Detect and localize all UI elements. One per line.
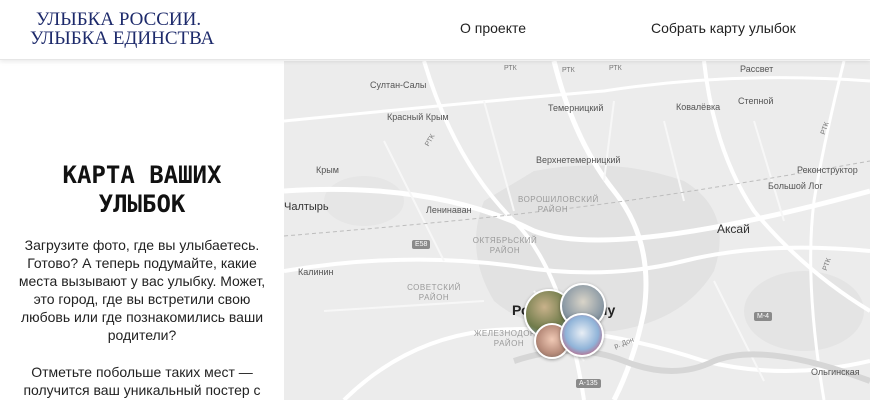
map-label-temernitsky: Темерницкий: [548, 103, 604, 113]
site-header: УЛЫБКА РОССИИ. УЛЫБКА ЕДИНСТВА О проекте…: [0, 0, 870, 60]
nav-about-link[interactable]: О проекте: [460, 20, 526, 36]
map-road-rtk-3: РТК: [609, 65, 622, 72]
smile-map[interactable]: Султан-Салы Красный Крым Крым Чалтырь Ле…: [284, 61, 870, 400]
map-label-leninavan: Ленинаван: [426, 205, 472, 215]
intro-panel: КАРТА ВАШИХ УЛЫБОК Загрузите фото, где в…: [0, 61, 284, 400]
map-road-e58: E58: [412, 240, 431, 249]
logo-line-1: УЛЫБКА РОССИИ.: [36, 9, 202, 30]
map-road-rtk-2: РТК: [562, 67, 575, 74]
map-road-m4: М-4: [754, 312, 773, 321]
map-label-rassvet: Рассвет: [740, 64, 774, 74]
nav-collect-map-link[interactable]: Собрать карту улыбок: [651, 20, 796, 36]
map-label-krasny-krym: Красный Крым: [387, 112, 449, 122]
map-label-rekonstruktor: Реконструктор: [797, 165, 858, 175]
map-label-sultan-saly: Султан-Салы: [370, 80, 427, 90]
map-district-voroshilovsky: ВОРОШИЛОВСКИЙ РАЙОН: [518, 195, 599, 214]
map-label-kovalevka: Ковалёвка: [676, 102, 721, 112]
map-label-chaltyr: Чалтырь: [284, 201, 329, 213]
map-label-aksay: Аксай: [717, 222, 750, 236]
map-road-rtk-1: РТК: [504, 65, 517, 72]
intro-paragraph-2: Отметьте побольше таких мест — получится…: [23, 364, 261, 398]
logo-line-2: УЛЫБКА ЕДИНСТВА: [30, 28, 215, 49]
map-road-a135: А-135: [576, 379, 601, 388]
page-title: КАРТА ВАШИХ УЛЫБОК: [62, 161, 222, 218]
smile-photo-marker-4[interactable]: [560, 313, 604, 357]
site-logo[interactable]: УЛЫБКА РОССИИ. УЛЫБКА ЕДИНСТВА: [30, 10, 214, 48]
map-label-olginskaya: Ольгинская: [811, 367, 860, 377]
map-label-krym: Крым: [316, 165, 339, 175]
map-label-kalinin: Калинин: [298, 267, 334, 277]
map-district-sovetsky: СОВЕТСКИЙ РАЙОН: [407, 283, 461, 302]
intro-paragraph-1: Загрузите фото, где вы улыбаетесь. Готов…: [18, 237, 266, 343]
map-district-oktyabrsky: ОКТЯБРЬСКИЙ РАЙОН: [472, 236, 538, 255]
map-label-verkhnetemernitsky: Верхнетемерницкий: [536, 155, 621, 165]
map-label-bolshoy-log: Большой Лог: [768, 181, 823, 191]
map-label-stepnoy: Степной: [738, 96, 774, 106]
